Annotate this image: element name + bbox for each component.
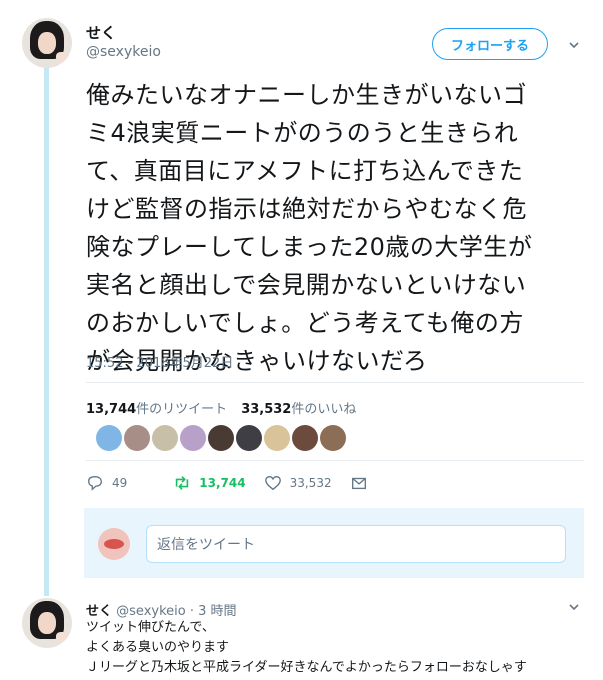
message-action[interactable]: [350, 474, 368, 492]
reply-icon: [88, 476, 102, 491]
liker-avatar-6[interactable]: [236, 425, 262, 451]
chevron-down-icon[interactable]: [569, 40, 579, 50]
reply-input[interactable]: 返信をツイート: [146, 525, 566, 563]
liker-avatar-5[interactable]: [208, 425, 234, 451]
liker-avatar-9[interactable]: [320, 425, 346, 451]
envelope-icon: [351, 477, 366, 490]
reply-author-handle[interactable]: @sexykeio: [116, 604, 186, 619]
liker-avatar-8[interactable]: [292, 425, 318, 451]
liker-avatar-2[interactable]: [124, 425, 150, 451]
reply-composer: 返信をツイート: [84, 508, 584, 578]
follow-button[interactable]: フォローする: [432, 28, 548, 60]
tweet-timestamp[interactable]: 15:52 - 2018年5月22日: [86, 352, 233, 371]
reply-separator: ·: [189, 604, 194, 619]
reply-action[interactable]: 49: [86, 474, 127, 492]
author-name[interactable]: せく: [86, 22, 116, 43]
thread-line: [44, 66, 49, 596]
liker-avatar-7[interactable]: [264, 425, 290, 451]
reply-text: ツイット伸びたんで、 よくある臭いのやります Ｊリーグと乃木坂と平成ライダー好き…: [86, 620, 527, 675]
current-user-avatar: [98, 528, 130, 560]
liker-avatar-3[interactable]: [152, 425, 178, 451]
heart-icon: [264, 476, 281, 491]
divider: [86, 460, 584, 461]
reply-author-avatar[interactable]: [22, 598, 72, 648]
retweet-icon: [176, 476, 189, 490]
likers-row: [96, 425, 346, 451]
chevron-down-icon[interactable]: [569, 602, 579, 612]
reply-count: 49: [112, 476, 128, 490]
liker-avatar-4[interactable]: [180, 425, 206, 451]
divider: [86, 382, 584, 383]
like-stat[interactable]: 33,532件のいいね: [241, 398, 356, 417]
author-avatar[interactable]: [22, 18, 72, 68]
retweet-count: 13,744: [199, 476, 246, 490]
liker-avatar-1[interactable]: [96, 425, 122, 451]
action-bar: 49 13,744 33,532: [86, 474, 386, 492]
retweet-action[interactable]: 13,744: [173, 474, 246, 492]
reply-time[interactable]: 3 時間: [198, 604, 236, 619]
reply-author-name[interactable]: せく: [86, 604, 112, 619]
retweet-stat[interactable]: 13,744件のリツイート: [86, 398, 227, 417]
tweet-text: 俺みたいなオナニーしか生きがいないゴ ミ4浪実質ニートがのうのうと生きられ て、…: [86, 81, 533, 375]
author-handle[interactable]: @sexykeio: [86, 44, 161, 60]
reply-header: せく @sexykeio · 3 時間: [86, 600, 237, 619]
engagement-stats: 13,744件のリツイート 33,532件のいいね: [86, 398, 356, 417]
like-action[interactable]: 33,532: [264, 474, 332, 492]
like-count: 33,532: [289, 476, 332, 490]
